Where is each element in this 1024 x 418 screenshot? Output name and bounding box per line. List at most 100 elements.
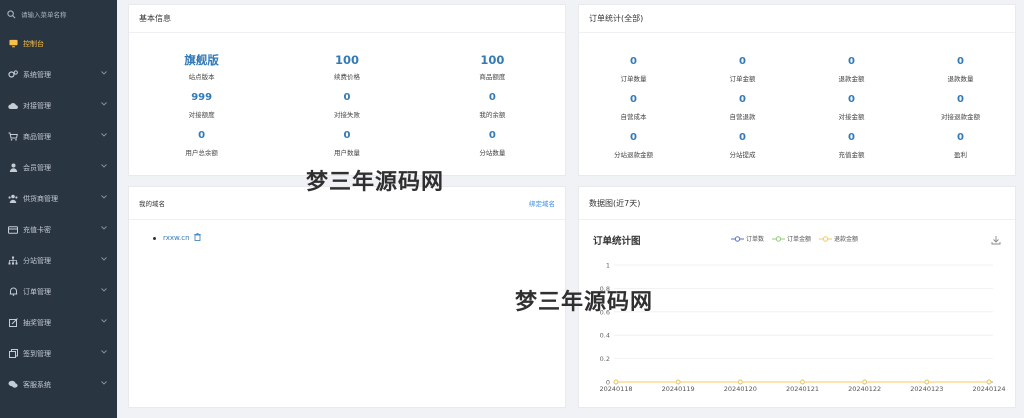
basic-info-panel: 基本信息 旗舰版 站点版本 100 续费价格 100 商品额度 999 对接额度 0 对接失败 0 我… [128, 4, 566, 176]
stat-cell: 100 商品额度 [420, 53, 565, 83]
basic-info-title: 基本信息 [129, 5, 565, 33]
stat-cell: 0 对接退款金额 [906, 93, 1015, 123]
data-point [613, 379, 619, 385]
bind-domain-link[interactable]: 绑定域名 [529, 198, 555, 208]
stat-cell: 0 订单数量 [579, 55, 688, 85]
sidebar-item-8[interactable]: 订单管理 [0, 276, 117, 307]
sidebar-item-3[interactable]: 商品管理 [0, 121, 117, 152]
copy-icon [8, 349, 18, 359]
menu-search[interactable]: 请输入菜单名称 [0, 0, 117, 28]
stat-value: 0 [739, 94, 746, 105]
stat-cell: 0 退款数量 [906, 55, 1015, 85]
stat-label: 充值金额 [838, 151, 865, 159]
sidebar-item-10[interactable]: 签到管理 [0, 338, 117, 369]
stat-label: 自营退款 [729, 113, 756, 121]
sidebar-item-11[interactable]: 客服系统 [0, 369, 117, 400]
stat-value: 0 [488, 130, 496, 141]
stat-value: 999 [191, 92, 213, 103]
stat-label: 用户总余额 [185, 149, 218, 157]
data-point [738, 379, 743, 385]
sidebar-item-label: 签到管理 [23, 349, 51, 358]
sidebar-item-label: 供货商管理 [23, 194, 58, 203]
user-icon [8, 163, 18, 173]
sidebar-item-4[interactable]: 会员管理 [0, 152, 117, 183]
sidebar-item-label: 充值卡密 [23, 225, 51, 234]
chevron-down-icon [101, 319, 107, 323]
sidebar-item-5[interactable]: 供货商管理 [0, 183, 117, 214]
sidebar-item-label: 商品管理 [23, 132, 51, 141]
stat-label: 对接额度 [188, 111, 215, 119]
data-point [862, 379, 867, 385]
y-tick-label: 0.8 [600, 285, 610, 293]
stat-cell: 0 我的余额 [420, 91, 565, 121]
sidebar-item-label: 对接管理 [23, 101, 51, 110]
chevron-down-icon [101, 133, 107, 137]
stat-cell: 0 自营退款 [688, 93, 797, 123]
stat-label: 用户数量 [333, 149, 360, 157]
chevron-down-icon [101, 381, 107, 385]
search-icon [7, 9, 16, 18]
cart-icon [8, 132, 18, 142]
stat-cell: 0 对接金额 [797, 93, 906, 123]
x-tick-label: 20240121 [786, 385, 819, 393]
bell-icon [8, 287, 18, 297]
sidebar-item-label: 抽奖管理 [23, 318, 51, 327]
chevron-down-icon [101, 164, 107, 168]
stat-label: 对接金额 [838, 113, 865, 121]
sidebar-item-label: 订单管理 [23, 287, 51, 296]
stat-label: 盈利 [954, 151, 967, 159]
stat-cell: 0 退款金额 [797, 55, 906, 85]
card-icon [8, 225, 18, 235]
cloud-icon [8, 101, 18, 111]
domain-panel: 我的域名 绑定域名 rxxw.cn [128, 186, 566, 408]
sidebar-item-1[interactable]: 系统管理 [0, 59, 117, 90]
x-tick-label: 20240119 [662, 385, 695, 393]
stat-label: 分站提成 [729, 151, 756, 159]
bullet [153, 236, 156, 240]
stat-cell: 旗舰版 站点版本 [129, 53, 274, 83]
users-icon [8, 194, 18, 204]
chat-icon [8, 380, 18, 390]
sidebar-item-0[interactable]: 控制台 [0, 28, 117, 59]
stat-label: 分站退款金额 [614, 151, 653, 159]
sidebar-item-label: 控制台 [23, 39, 44, 48]
stat-label: 对接失败 [333, 111, 360, 119]
sitemap-icon [8, 256, 18, 266]
chevron-down-icon [101, 257, 107, 261]
stat-cell: 0 盈利 [906, 131, 1015, 161]
stat-value: 0 [630, 56, 637, 67]
stat-value: 0 [343, 130, 351, 141]
stat-value: 0 [198, 130, 206, 141]
chevron-down-icon [101, 226, 107, 230]
domain-link[interactable]: rxxw.cn [163, 234, 190, 242]
stat-value: 0 [957, 94, 964, 105]
y-tick-label: 1 [606, 262, 610, 270]
order-stats-title: 订单统计(全部) [579, 5, 1015, 33]
stat-cell: 999 对接额度 [129, 91, 274, 121]
domain-title: 我的域名 [129, 187, 565, 220]
y-tick-label: 0.4 [600, 332, 610, 340]
monitor-icon [8, 39, 18, 49]
data-point [675, 379, 681, 385]
stat-value: 0 [957, 56, 964, 67]
sidebar-item-label: 客服系统 [23, 380, 51, 389]
sidebar-item-6[interactable]: 充值卡密 [0, 214, 117, 245]
stat-value: 0 [848, 56, 855, 67]
stat-cell: 0 用户数量 [274, 129, 419, 159]
data-point [924, 379, 930, 385]
sidebar-item-2[interactable]: 对接管理 [0, 90, 117, 121]
gears-icon [8, 70, 18, 80]
delete-icon[interactable] [193, 233, 201, 243]
basic-info-grid: 旗舰版 站点版本 100 续费价格 100 商品额度 999 对接额度 0 对接失败 0 我的余额 0 用… [129, 53, 565, 159]
sidebar-item-9[interactable]: 抽奖管理 [0, 307, 117, 338]
stat-label: 退款数量 [947, 75, 974, 83]
domain-list-item: rxxw.cn [153, 233, 201, 243]
stat-value: 0 [739, 56, 746, 67]
chart-panel: 数据图(近7天) 订单统计图 订单数 订单金额 退款金额 0 0.2 0.4 0.6 0.8… [578, 186, 1016, 408]
x-tick-label: 20240124 [972, 385, 1005, 393]
stat-label: 商品额度 [479, 73, 506, 81]
x-tick-label: 20240118 [599, 385, 632, 393]
sidebar-item-7[interactable]: 分站管理 [0, 245, 117, 276]
x-tick-label: 20240120 [724, 385, 757, 393]
stat-cell: 0 用户总余额 [129, 129, 274, 159]
